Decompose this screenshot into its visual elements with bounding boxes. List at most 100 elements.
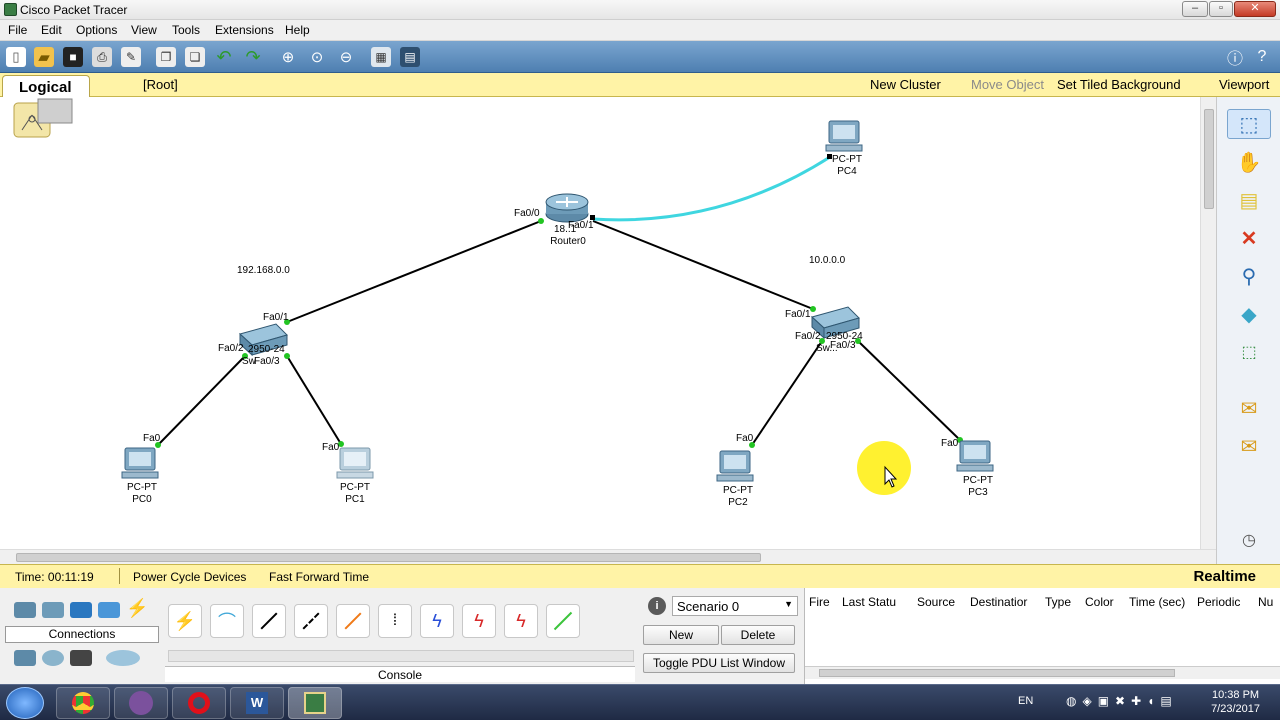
auto-connection-icon[interactable]: ⚡ [168,604,202,638]
pdu-col-time[interactable]: Time (sec) [1129,595,1185,609]
add-simple-pdu-icon[interactable]: ✉ [1227,393,1271,423]
menu-edit[interactable]: Edit [41,23,62,37]
link-switch1-pc2[interactable] [751,340,823,446]
new-file-icon[interactable]: ▯ [6,47,26,67]
pc2-icon[interactable] [716,450,754,482]
link-switch1-pc3[interactable] [857,340,961,441]
chrome-taskbar-icon[interactable] [56,687,110,719]
move-object-button[interactable]: Move Object [971,77,1044,92]
pdu-col-fire[interactable]: Fire [809,595,830,609]
phone-cable-icon[interactable]: ⁞ [378,604,412,638]
close-button[interactable]: ✕ [1234,1,1276,17]
fast-forward-time-button[interactable]: Fast Forward Time [269,570,369,584]
undo-icon[interactable]: ↶ [214,47,234,67]
console-cable-icon[interactable]: ⌒ [210,604,244,638]
multiuser-category-icon[interactable] [106,650,140,666]
pc4-icon[interactable] [825,120,863,152]
link-router-switch0[interactable] [286,220,542,323]
pc3-icon[interactable] [956,440,994,472]
select-tool-icon[interactable]: ⬚ [1227,109,1271,139]
wireless-category-icon[interactable] [98,602,120,618]
octal-cable-icon[interactable] [546,604,580,638]
packet-tracer-taskbar-icon[interactable] [288,687,342,719]
connections-category-icon[interactable]: ⚡ [126,599,148,617]
start-button-icon[interactable] [6,687,44,719]
move-layout-hand-icon[interactable]: ✋ [1227,147,1271,177]
pdu-col-destination[interactable]: Destinatior [970,595,1027,609]
palette-icon[interactable]: ▦ [371,47,391,67]
menu-extensions[interactable]: Extensions [215,23,274,37]
menu-help[interactable]: Help [285,23,310,37]
minimize-button[interactable]: – [1182,1,1208,17]
serial-dte-cable-icon[interactable]: ϟ [504,604,538,638]
place-note-icon[interactable]: ▤ [1227,185,1271,215]
pdu-col-last-status[interactable]: Last Statu [842,595,896,609]
pdu-col-periodic[interactable]: Periodic [1197,595,1240,609]
add-complex-pdu-icon[interactable]: ✉ [1227,431,1271,461]
word-taskbar-icon[interactable]: W [230,687,284,719]
canvas-vertical-scrollbar[interactable] [1200,97,1216,549]
save-icon[interactable]: ■ [63,47,83,67]
router0-icon[interactable] [545,193,589,223]
logical-workspace-canvas[interactable]: 192.168.0.0 10.0.0.0 Fa0/0 Fa0/1 18..1 R… [0,97,1200,549]
crossover-cable-icon[interactable] [294,604,328,638]
open-folder-icon[interactable]: ▰ [34,47,54,67]
zoom-out-icon[interactable]: ⊖ [336,47,356,67]
draw-shape-icon[interactable]: ◆ [1227,299,1271,329]
scenario-select[interactable]: Scenario 0 ▼ [672,596,798,616]
wan-emulation-category-icon[interactable] [42,650,64,666]
toggle-pdu-list-button[interactable]: Toggle PDU List Window [643,653,795,673]
cluster-navigation-icon[interactable] [13,98,73,138]
link-router-switch1[interactable] [592,220,814,310]
help-icon[interactable]: ? [1252,47,1272,67]
link-router-pc4[interactable] [592,155,831,222]
pdu-list-table[interactable]: Fire Last Statu Source Destinatior Type … [804,588,1280,684]
zoom-reset-icon[interactable]: ⊙ [307,47,327,67]
language-indicator[interactable]: EN [1018,695,1033,707]
connections-scrollbar[interactable] [168,650,634,662]
coaxial-cable-icon[interactable]: ϟ [420,604,454,638]
canvas-horizontal-scrollbar[interactable] [0,549,1216,564]
new-cluster-button[interactable]: New Cluster [870,77,941,92]
info-icon[interactable]: ⓘ [1225,47,1245,68]
pdu-col-color[interactable]: Color [1085,595,1114,609]
scenario-info-icon[interactable]: i [648,597,666,615]
menu-tools[interactable]: Tools [172,23,200,37]
redo-icon[interactable]: ↷ [243,47,263,67]
maximize-button[interactable]: ▫ [1209,1,1233,17]
pdu-col-source[interactable]: Source [917,595,955,609]
fiber-cable-icon[interactable] [336,604,370,638]
power-cycle-devices-button[interactable]: Power Cycle Devices [133,570,246,584]
pc1-icon[interactable] [336,447,374,479]
system-tray-icons[interactable]: ◍◈▣✖✚◖▤ [1066,694,1178,708]
inspect-magnifier-icon[interactable]: ⚲ [1227,261,1271,291]
realtime-mode-label[interactable]: Realtime [1193,568,1256,585]
delete-scenario-button[interactable]: Delete [721,625,795,645]
delete-icon[interactable]: ✕ [1227,223,1271,253]
link-switch0-pc0[interactable] [157,355,246,446]
pc0-icon[interactable] [121,447,159,479]
viewport-button[interactable]: Viewport [1219,77,1269,92]
menu-file[interactable]: File [8,23,27,37]
activity-wizard-icon[interactable]: ✎ [121,47,141,67]
zoom-in-icon[interactable]: ⊕ [278,47,298,67]
menu-view[interactable]: View [131,23,157,37]
viber-taskbar-icon[interactable] [114,687,168,719]
end-devices-category-icon[interactable] [14,650,36,666]
realtime-mode-icon[interactable]: ◷ [1227,525,1271,555]
routers-category-icon[interactable] [14,602,36,618]
resize-shape-icon[interactable]: ⬚ [1227,337,1271,367]
set-tiled-background-button[interactable]: Set Tiled Background [1057,77,1181,92]
opera-taskbar-icon[interactable] [172,687,226,719]
serial-dce-cable-icon[interactable]: ϟ [462,604,496,638]
root-breadcrumb[interactable]: [Root] [143,77,178,92]
hubs-category-icon[interactable] [70,602,92,618]
taskbar-clock[interactable]: 10:38 PM 7/23/2017 [1211,688,1260,716]
straight-through-cable-icon[interactable] [252,604,286,638]
pdu-list-scrollbar[interactable] [805,666,1280,679]
pdu-col-type[interactable]: Type [1045,595,1071,609]
link-switch0-pc1[interactable] [286,355,342,445]
new-scenario-button[interactable]: New [643,625,719,645]
custom-devices-category-icon[interactable] [70,650,92,666]
menu-options[interactable]: Options [76,23,117,37]
